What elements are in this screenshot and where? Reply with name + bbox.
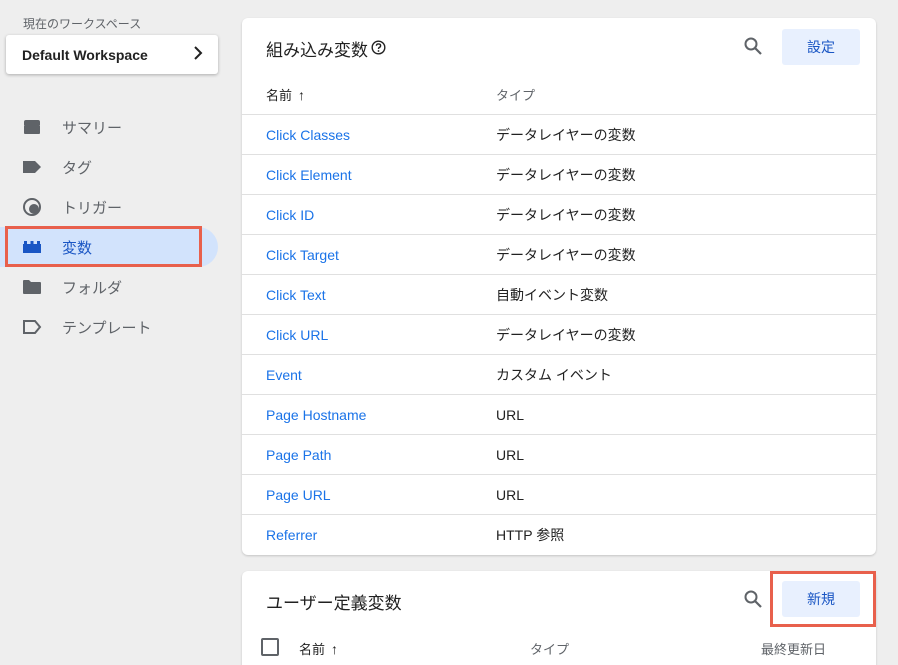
builtin-variables-card: 組み込み変数 設定 名前 ↑ タイプ Click Classes データレイヤーの変…: [242, 18, 876, 555]
new-variable-button[interactable]: 新規: [782, 581, 860, 617]
select-all-checkbox[interactable]: [261, 638, 279, 656]
variable-type: URL: [496, 406, 525, 423]
variable-type: HTTP 参照: [496, 526, 565, 543]
variable-type: データレイヤーの変数: [496, 326, 636, 343]
nav-item-templates[interactable]: テンプレート: [0, 307, 218, 347]
column-header-name[interactable]: 名前 ↑: [299, 639, 338, 658]
table-row[interactable]: Click Classes データレイヤーの変数: [242, 114, 876, 154]
table-header: 名前 ↑ タイプ: [242, 76, 876, 112]
user-defined-variables-title: ユーザー定義変数: [266, 594, 402, 613]
variable-type: URL: [496, 446, 525, 463]
trigger-icon: [22, 197, 42, 217]
workspace-name: Default Workspace: [22, 46, 148, 63]
table-row[interactable]: Referrer HTTP 参照: [242, 514, 876, 554]
workspace-selector[interactable]: Default Workspace: [6, 35, 218, 74]
table-row[interactable]: Page Hostname URL: [242, 394, 876, 434]
variable-name-link[interactable]: Click Target: [266, 247, 339, 263]
nav-item-summary[interactable]: サマリー: [0, 107, 218, 147]
table-row[interactable]: Page URL URL: [242, 474, 876, 514]
table-row[interactable]: Click ID データレイヤーの変数: [242, 194, 876, 234]
column-name-label: 名前: [266, 87, 293, 103]
variable-name-link[interactable]: Click ID: [266, 207, 314, 223]
column-header-type: タイプ: [530, 642, 570, 657]
variable-type: カスタム イベント: [496, 366, 612, 383]
table-row[interactable]: Click Element データレイヤーの変数: [242, 154, 876, 194]
table-row[interactable]: Click Text 自動イベント変数: [242, 274, 876, 314]
nav-item-folders[interactable]: フォルダ: [0, 267, 218, 307]
nav-item-tags[interactable]: タグ: [0, 147, 218, 187]
nav-item-triggers[interactable]: トリガー: [0, 187, 218, 227]
nav-item-variables[interactable]: 変数: [0, 227, 218, 267]
variable-type: データレイヤーの変数: [496, 166, 636, 183]
variable-name-link[interactable]: Click URL: [266, 327, 328, 343]
table-row[interactable]: Click URL データレイヤーの変数: [242, 314, 876, 354]
nav-label: タグ: [62, 159, 93, 177]
variable-name-link[interactable]: Page Path: [266, 447, 331, 463]
variable-name-link[interactable]: Click Classes: [266, 127, 350, 143]
variable-type: データレイヤーの変数: [496, 206, 636, 223]
variable-name-link[interactable]: Page Hostname: [266, 407, 366, 423]
variable-type: 自動イベント変数: [496, 286, 608, 303]
table-row[interactable]: Click Target データレイヤーの変数: [242, 234, 876, 274]
tag-icon: [22, 157, 42, 177]
workspace-label: 現在のワークスペース: [23, 17, 142, 31]
configure-button[interactable]: 設定: [782, 29, 860, 65]
template-icon: [22, 317, 42, 337]
chevron-right-icon: [192, 44, 204, 65]
nav-label: 変数: [62, 239, 93, 257]
search-icon[interactable]: [743, 589, 763, 609]
help-icon[interactable]: [371, 40, 386, 55]
builtin-variables-title: 組み込み変数: [266, 41, 368, 60]
nav-label: テンプレート: [62, 319, 152, 337]
summary-icon: [22, 117, 42, 137]
column-header-last-edited: 最終更新日: [761, 642, 827, 657]
variable-name-link[interactable]: Event: [266, 367, 302, 383]
sort-ascending-icon: ↑: [331, 641, 339, 657]
variable-name-link[interactable]: Click Text: [266, 287, 326, 303]
sidebar: 現在のワークスペース Default Workspace サマリー タグ トリガ…: [0, 0, 230, 665]
column-name-label: 名前: [299, 642, 326, 657]
folder-icon: [22, 277, 42, 297]
table-row[interactable]: Page Path URL: [242, 434, 876, 474]
search-icon[interactable]: [743, 36, 763, 56]
variable-type: データレイヤーの変数: [496, 126, 636, 143]
nav-label: トリガー: [62, 199, 123, 217]
variable-name-link[interactable]: Click Element: [266, 167, 352, 183]
table-row[interactable]: Event カスタム イベント: [242, 354, 876, 394]
column-header-type: タイプ: [496, 87, 536, 103]
sort-ascending-icon: ↑: [298, 86, 306, 103]
nav-label: サマリー: [62, 119, 123, 137]
variable-type: データレイヤーの変数: [496, 246, 636, 263]
variable-name-link[interactable]: Page URL: [266, 487, 331, 503]
user-defined-variables-card: ユーザー定義変数 新規 名前 ↑ タイプ 最終更新日: [242, 571, 876, 665]
nav-label: フォルダ: [62, 279, 123, 297]
variable-type: URL: [496, 486, 525, 503]
variable-name-link[interactable]: Referrer: [266, 527, 317, 543]
column-header-name[interactable]: 名前 ↑: [266, 85, 305, 104]
variables-icon: [22, 237, 42, 257]
